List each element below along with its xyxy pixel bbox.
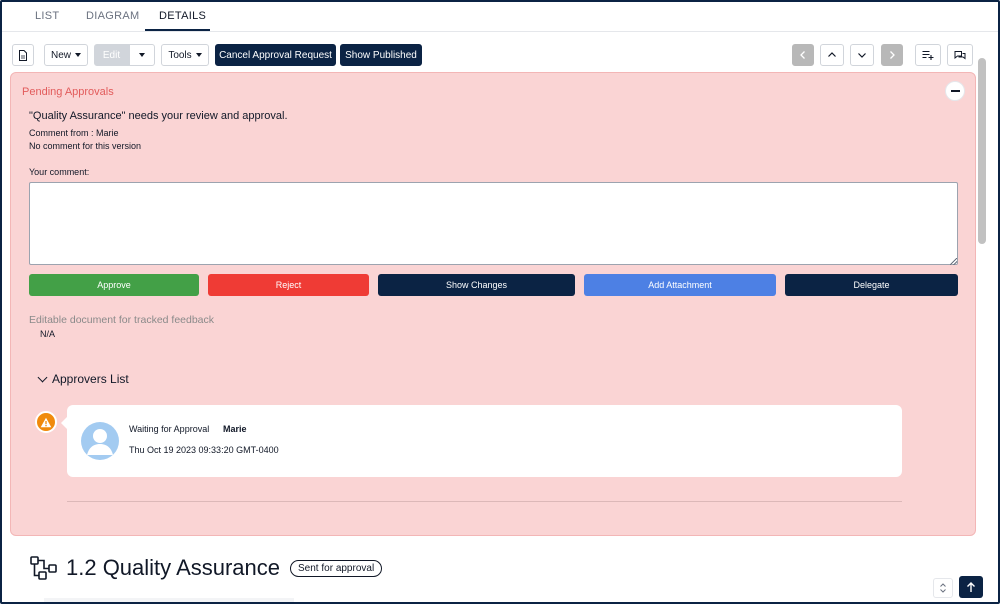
- arrow-up-icon: [967, 582, 975, 592]
- show-published-button[interactable]: Show Published: [340, 44, 422, 66]
- new-label: New: [50, 49, 71, 61]
- tools-label: Tools: [168, 49, 192, 61]
- scroll-to-top-button[interactable]: [959, 576, 983, 598]
- approval-message: "Quality Assurance" needs your review an…: [29, 110, 288, 122]
- tab-details[interactable]: DETAILS: [159, 10, 206, 22]
- pending-approvals-panel: Pending Approvals "Quality Assurance" ne…: [10, 72, 976, 536]
- status-badge: Sent for approval: [290, 559, 383, 577]
- previous-button[interactable]: [792, 44, 814, 66]
- document-heading: 1.2 Quality Assurance Sent for approval: [30, 555, 383, 581]
- scrollbar[interactable]: [978, 58, 986, 244]
- document-icon: [19, 49, 27, 61]
- page-title: 1.2 Quality Assurance: [66, 555, 281, 580]
- tab-list[interactable]: LIST: [35, 10, 59, 22]
- approver-name: Marie: [223, 424, 247, 434]
- approval-date: Thu Oct 19 2023 09:33:20 GMT-0400: [129, 445, 279, 455]
- chevron-left-icon: [800, 51, 805, 59]
- comment-from: Comment from : Marie: [29, 128, 119, 138]
- playlist-add-button[interactable]: [915, 44, 941, 66]
- move-up-button[interactable]: [820, 44, 844, 66]
- tools-dropdown[interactable]: Tools: [161, 44, 209, 66]
- comments-icon: [954, 51, 966, 60]
- collapse-button[interactable]: [945, 81, 965, 101]
- cancel-approval-request-button[interactable]: Cancel Approval Request: [215, 44, 336, 66]
- approval-status: Waiting for Approval: [129, 424, 210, 434]
- next-button[interactable]: [881, 44, 903, 66]
- chevron-down-icon: [37, 372, 48, 382]
- document-button[interactable]: [12, 44, 34, 66]
- divider: [67, 501, 902, 502]
- playlist-add-icon: [922, 50, 934, 60]
- sort-button[interactable]: [933, 578, 953, 598]
- chevron-down-icon: [858, 53, 866, 58]
- caret-down-icon: [139, 53, 145, 57]
- approvers-list-label: Approvers List: [52, 372, 129, 386]
- reject-button[interactable]: Reject: [208, 274, 369, 296]
- app-window: LIST DIAGRAM DETAILS New Edit Tools Canc…: [0, 0, 1000, 604]
- approver-card: Waiting for Approval Marie Thu Oct 19 20…: [61, 405, 902, 477]
- panel-title: Pending Approvals: [22, 86, 114, 98]
- caret-down-icon: [75, 53, 81, 57]
- no-comment-text: No comment for this version: [29, 141, 142, 151]
- delegate-button[interactable]: Delegate: [785, 274, 958, 296]
- your-comment-label: Your comment:: [29, 167, 90, 177]
- resize-handle-icon[interactable]: [950, 258, 957, 265]
- show-changes-button[interactable]: Show Changes: [378, 274, 575, 296]
- edit-dropdown-toggle[interactable]: [129, 44, 155, 66]
- comment-textarea[interactable]: [29, 182, 958, 265]
- avatar: [81, 422, 119, 460]
- active-tab-indicator: [145, 29, 210, 31]
- approve-button[interactable]: Approve: [29, 274, 199, 296]
- content-placeholder: [44, 598, 294, 602]
- chevron-up-icon: [828, 52, 836, 57]
- tab-diagram[interactable]: DIAGRAM: [86, 10, 139, 22]
- editable-document-value: N/A: [40, 329, 56, 339]
- unfold-icon: [940, 583, 946, 593]
- move-down-button[interactable]: [850, 44, 874, 66]
- edit-label: Edit: [102, 49, 121, 61]
- approvers-list-toggle[interactable]: Approvers List: [37, 372, 129, 386]
- chevron-right-icon: [890, 51, 895, 59]
- process-diagram-icon: [30, 556, 57, 580]
- toolbar: New Edit Tools Cancel Approval Request S…: [2, 44, 998, 70]
- minus-icon: [950, 90, 960, 92]
- comments-button[interactable]: [947, 44, 973, 66]
- caret-down-icon: [195, 53, 202, 57]
- warning-icon: [35, 411, 57, 433]
- new-dropdown[interactable]: New: [44, 44, 88, 66]
- editable-document-label: Editable document for tracked feedback: [29, 314, 215, 326]
- view-tabs: LIST DIAGRAM DETAILS: [2, 2, 998, 32]
- user-icon: [87, 429, 113, 455]
- add-attachment-button[interactable]: Add Attachment: [584, 274, 776, 296]
- edit-button[interactable]: Edit: [94, 44, 129, 66]
